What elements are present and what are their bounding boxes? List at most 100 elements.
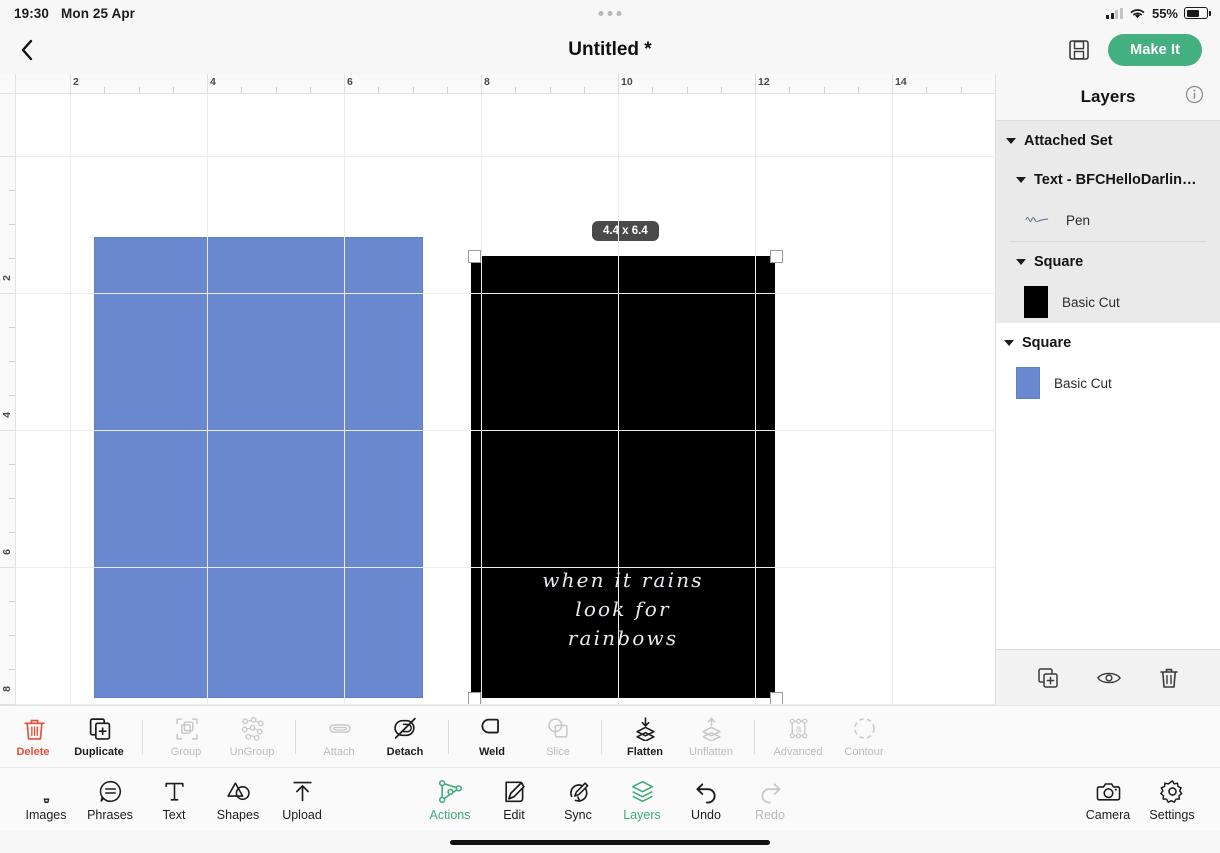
op-label: Weld [478, 745, 506, 758]
layer-row-basic-cut-blue[interactable]: Basic Cut [996, 362, 1220, 404]
blue-square-shape[interactable] [94, 237, 423, 698]
nav-label: Redo [755, 807, 785, 822]
layer-row-square-blue[interactable]: Square [996, 323, 1220, 362]
trash-icon [1160, 668, 1178, 688]
app-header: Untitled * Make It [0, 26, 1220, 74]
nav-button-undo[interactable]: Undo [677, 779, 735, 822]
nav-label: Actions [429, 807, 471, 822]
eye-icon [1096, 672, 1122, 683]
save-disk-icon[interactable] [1068, 39, 1090, 61]
delete-layer-button[interactable] [1158, 666, 1180, 690]
nav-group-right: Camera Settings [1076, 768, 1204, 832]
group-icon [175, 717, 198, 740]
op-button-weld[interactable]: Weld [466, 716, 518, 758]
weld-icon [481, 718, 499, 733]
layers-panel: Layers Attached Set Text - BFCHelloDarli… [995, 74, 1220, 705]
nav-label: Layers [623, 807, 661, 822]
chevron-left-icon [21, 39, 33, 61]
nav-button-images[interactable]: Images [17, 779, 75, 822]
info-circle-icon[interactable] [1185, 85, 1204, 109]
nav-label: Upload [282, 807, 322, 822]
home-indicator[interactable] [450, 840, 770, 845]
layer-label: Basic Cut [1062, 294, 1120, 310]
back-button[interactable] [10, 33, 44, 67]
slice-icon [547, 717, 568, 738]
nav-label: Camera [1085, 807, 1131, 822]
op-button-ungroup: UnGroup [226, 716, 278, 758]
nav-button-edit[interactable]: Edit [485, 779, 543, 822]
layer-row-text[interactable]: Text - BFCHelloDarling-... [996, 160, 1220, 199]
header-actions: Make It [1068, 34, 1202, 66]
chevron-down-icon[interactable] [1016, 176, 1026, 183]
chevron-down-icon[interactable] [1006, 137, 1016, 144]
op-button-flatten[interactable]: Flatten [619, 716, 671, 758]
black-square-shape[interactable]: when it rains look for rainbows [471, 256, 775, 698]
make-it-button[interactable]: Make It [1108, 34, 1202, 66]
nav-button-phrases[interactable]: Phrases [81, 779, 139, 822]
layer-color-swatch[interactable] [1024, 286, 1048, 318]
quote-text: when it rains look for rainbows [471, 566, 775, 653]
layer-color-swatch[interactable] [1016, 367, 1040, 399]
selection-handle-top-right[interactable] [770, 250, 783, 263]
nav-button-upload[interactable]: Upload [273, 779, 331, 822]
layer-group-attached-set[interactable]: Attached Set Text - BFCHelloDarling-... … [996, 121, 1220, 323]
undo-arrow-icon [695, 782, 716, 803]
speech-bubble-icon [99, 780, 121, 802]
shapes-icon [226, 781, 250, 800]
selection-handle-top-left[interactable] [468, 250, 481, 263]
edit-pencil-icon [504, 781, 525, 802]
op-button-unflatten: Unflatten [685, 716, 737, 758]
nav-button-text[interactable]: Text [145, 779, 203, 822]
nav-button-sync[interactable]: Sync [549, 779, 607, 822]
cellular-signal-icon [1106, 7, 1123, 19]
toggle-visibility-button[interactable] [1096, 668, 1122, 688]
nav-button-actions[interactable]: Actions [421, 779, 479, 822]
nav-button-camera[interactable]: Camera [1079, 779, 1137, 822]
contour-icon [853, 717, 875, 739]
document-title[interactable]: Untitled * [568, 39, 651, 61]
chevron-down-icon[interactable] [1016, 258, 1026, 265]
layer-row-attached-set[interactable]: Attached Set [996, 121, 1220, 160]
bottom-navigation-bar: Images Phrases Text Shapes Upload Actions Edi… [0, 767, 1220, 831]
canvas-grid[interactable]: when it rains look for rainbows 4.4 x 6.… [16, 94, 995, 705]
chevron-down-icon[interactable] [1004, 339, 1014, 346]
toolbar-separator [295, 719, 296, 754]
nav-button-settings[interactable]: Settings [1143, 779, 1201, 822]
layer-row-pen[interactable]: Pen [996, 199, 1220, 241]
upload-arrow-icon [292, 781, 312, 801]
op-label: Advanced [773, 745, 823, 758]
nav-label: Images [25, 807, 67, 822]
layer-row-basic-cut-black[interactable]: Basic Cut [996, 281, 1220, 323]
design-canvas[interactable]: 2 4 6 8 10 12 14 2468 when it rains look for r… [0, 74, 995, 705]
nav-label: Phrases [87, 807, 133, 822]
cricut-design-space-app: 19:30 Mon 25 Apr 55% Untitled * Make It … [0, 0, 1220, 853]
quote-line-1: when it rains [542, 568, 704, 592]
duplicate-icon [89, 717, 110, 740]
nav-label: Edit [503, 807, 525, 822]
op-button-slice: Slice [532, 716, 584, 758]
layer-label: Square [1022, 334, 1072, 351]
flatten-icon [635, 716, 655, 741]
op-button-advanced: a Advanced [772, 716, 824, 758]
operations-group: Delete Duplicate Group UnGroup Attach Detach W… [0, 706, 897, 767]
layer-label: Attached Set [1024, 132, 1113, 149]
multitask-dots-icon[interactable] [598, 10, 622, 16]
layer-label: Square [1034, 253, 1084, 270]
toolbar-separator [142, 719, 143, 754]
op-button-contour: Contour [838, 716, 890, 758]
layer-label: Basic Cut [1054, 375, 1112, 391]
layer-row-square-black[interactable]: Square [996, 242, 1220, 281]
status-time: 19:30 [14, 5, 50, 21]
op-button-duplicate[interactable]: Duplicate [73, 716, 125, 758]
op-button-detach[interactable]: Detach [379, 716, 431, 758]
detach-icon [393, 717, 416, 739]
layer-group-square[interactable]: Square Basic Cut [996, 323, 1220, 404]
attach-icon [328, 723, 351, 733]
nav-button-layers[interactable]: Layers [613, 779, 671, 822]
op-label: Detach [386, 745, 424, 758]
duplicate-layer-button[interactable] [1036, 666, 1060, 690]
nav-button-shapes[interactable]: Shapes [209, 779, 267, 822]
ruler-corner [0, 74, 16, 94]
op-button-delete[interactable]: Delete [7, 716, 59, 758]
layers-list[interactable]: Attached Set Text - BFCHelloDarling-... … [996, 121, 1220, 649]
